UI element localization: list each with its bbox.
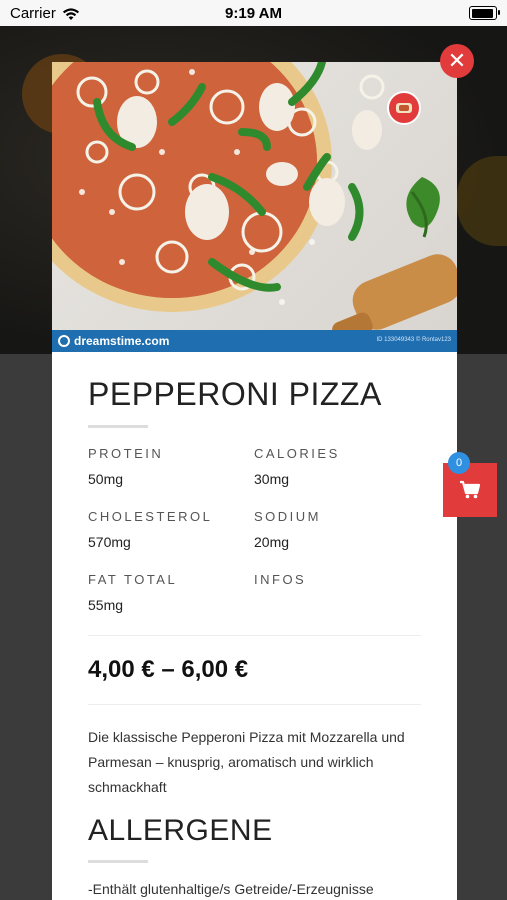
nutrition-item: PROTEIN 50mg — [88, 446, 254, 487]
close-button[interactable]: ✕ — [440, 44, 474, 78]
status-bar: Carrier 9:19 AM — [0, 0, 507, 26]
nutrition-item: CALORIES 30mg — [254, 446, 420, 487]
nutrition-value: 570mg — [88, 534, 131, 550]
title-underline — [88, 425, 148, 428]
nutrition-label: PROTEIN — [88, 446, 164, 461]
watermark-logo: dreamstime.com — [58, 334, 169, 348]
nutrition-label: INFOS — [254, 572, 307, 587]
product-description: Die klassische Pepperoni Pizza mit Mozza… — [88, 729, 405, 795]
product-details: PEPPERONI PIZZA PROTEIN 50mg CALORIES 30… — [88, 352, 421, 897]
watermark-id: ID 133049343 © Rontav123 — [376, 337, 451, 343]
allergen-underline — [88, 860, 148, 863]
nutrition-label: SODIUM — [254, 509, 321, 524]
photo-watermark: dreamstime.com ID 133049343 © Rontav123 — [52, 330, 457, 352]
battery-icon — [469, 6, 500, 20]
product-title: PEPPERONI PIZZA — [88, 376, 382, 412]
nutrition-value: 20mg — [254, 534, 290, 550]
status-time: 9:19 AM — [225, 5, 282, 22]
background-accent — [457, 156, 507, 246]
nutrition-item: FAT TOTAL 55mg — [88, 572, 254, 613]
allergen-title: ALLERGENE — [88, 814, 273, 847]
cart-count-badge: 0 — [448, 452, 470, 474]
divider — [88, 704, 421, 705]
product-photo: dreamstime.com ID 133049343 © Rontav123 — [52, 62, 457, 352]
spiral-icon — [58, 335, 70, 347]
pizza-illustration — [52, 62, 457, 344]
nutrition-item: SODIUM 20mg — [254, 509, 420, 550]
allergen-item: -Enthält glutenhaltige/s Getreide/-Erzeu… — [88, 881, 374, 897]
nutrition-label: CHOLESTEROL — [88, 509, 213, 524]
shopping-cart-icon — [460, 480, 481, 499]
nutrition-item: CHOLESTEROL 570mg — [88, 509, 254, 550]
nutrition-grid: PROTEIN 50mg CALORIES 30mg CHOLESTEROL 5… — [88, 446, 421, 613]
nutrition-value: 50mg — [88, 471, 124, 487]
nutrition-label: FAT TOTAL — [88, 572, 178, 587]
divider — [88, 635, 421, 636]
product-modal: dreamstime.com ID 133049343 © Rontav123 … — [52, 62, 457, 900]
nutrition-label: CALORIES — [254, 446, 340, 461]
nutrition-value: 55mg — [88, 597, 124, 613]
nutrition-item: INFOS — [254, 572, 420, 613]
close-icon: ✕ — [447, 48, 467, 73]
product-price: 4,00 € – 6,00 € — [88, 656, 249, 683]
nutrition-value: 30mg — [254, 471, 290, 487]
watermark-brand: dreamstime.com — [74, 334, 170, 348]
